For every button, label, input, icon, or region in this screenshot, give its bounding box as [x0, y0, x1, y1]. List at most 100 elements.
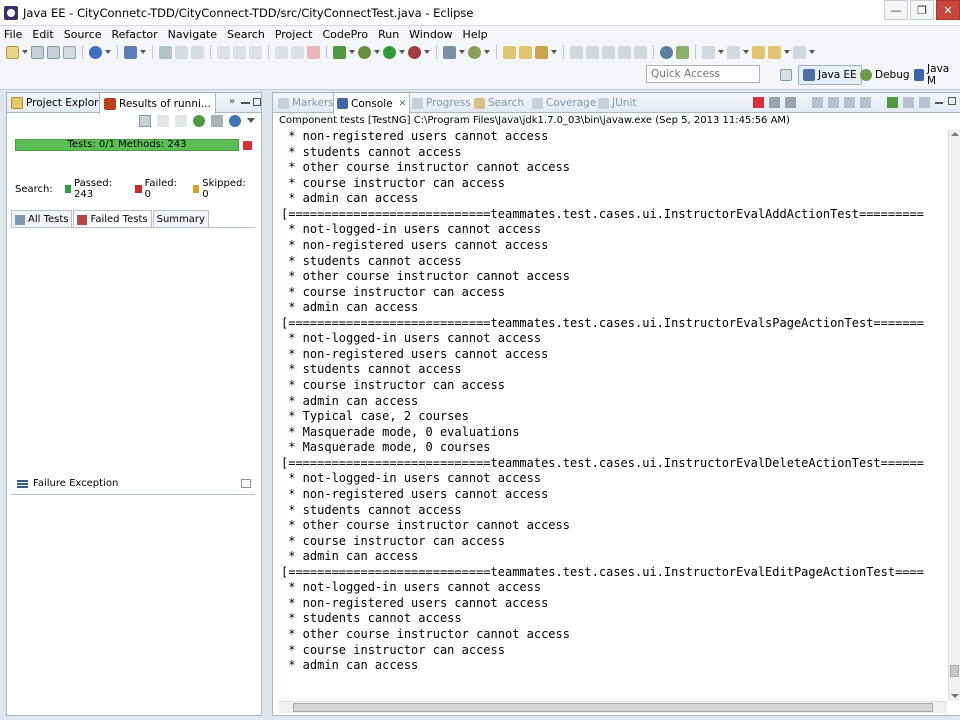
terminate-icon[interactable] — [307, 45, 320, 59]
pin-console-icon[interactable] — [887, 97, 898, 108]
perspective-java[interactable]: Java M — [910, 63, 960, 87]
vertical-scrollbar[interactable] — [948, 129, 960, 701]
chevron-down-icon[interactable] — [424, 50, 430, 54]
menu-refactor[interactable]: Refactor — [112, 28, 158, 41]
scroll-up-icon[interactable] — [951, 132, 959, 136]
tab-progress[interactable]: Progress — [409, 93, 474, 113]
terminate-icon[interactable] — [753, 97, 764, 108]
menu-source[interactable]: Source — [64, 28, 102, 41]
scroll-down-icon[interactable] — [951, 694, 959, 698]
save-icon[interactable] — [31, 45, 44, 59]
close-button[interactable]: ✕ — [936, 0, 960, 20]
rerun-tests-icon[interactable] — [193, 115, 205, 127]
chevron-down-icon[interactable] — [551, 50, 557, 54]
minimize-button[interactable]: — — [884, 0, 908, 20]
show-whitespace-icon[interactable] — [602, 45, 615, 59]
scroll-thumb[interactable] — [293, 703, 933, 712]
minimize-view-icon[interactable] — [241, 102, 250, 104]
next-annotation-icon[interactable] — [175, 45, 188, 59]
word-wrap-icon[interactable] — [844, 97, 855, 108]
chevron-down-icon[interactable] — [743, 50, 749, 54]
perspective-java-ee[interactable]: Java EE — [798, 65, 862, 85]
back-arrow-icon[interactable] — [752, 45, 765, 59]
format-icon[interactable] — [634, 45, 647, 59]
remove-all-icon[interactable] — [785, 97, 796, 108]
chevron-down-icon[interactable] — [349, 50, 355, 54]
chevron-down-icon[interactable] — [718, 50, 724, 54]
debug-icon[interactable] — [358, 45, 371, 59]
clear-console-icon[interactable] — [812, 97, 823, 108]
chevron-down-icon[interactable] — [809, 50, 815, 54]
pin-icon[interactable] — [249, 45, 262, 59]
prev-annotation-icon[interactable] — [191, 45, 204, 59]
next-failure-icon[interactable] — [157, 115, 169, 127]
word-wrap-icon[interactable] — [618, 45, 631, 59]
remove-launch-icon[interactable] — [769, 97, 780, 108]
display-console-icon[interactable] — [903, 97, 914, 108]
prev-edit-icon[interactable] — [727, 45, 740, 59]
toggle-icon[interactable] — [159, 45, 172, 59]
new-package-icon[interactable] — [468, 45, 481, 59]
tab-all-tests[interactable]: All Tests — [11, 210, 73, 228]
chevron-down-icon[interactable] — [374, 50, 380, 54]
tab-coverage[interactable]: Coverage — [529, 93, 599, 113]
search-icon[interactable] — [535, 45, 548, 59]
back-icon[interactable] — [217, 45, 230, 59]
print-icon[interactable] — [63, 45, 76, 59]
maximize-view-icon[interactable] — [253, 98, 261, 106]
console-output[interactable]: * non-registered users cannot access * s… — [281, 129, 945, 701]
perspective-debug[interactable]: Debug — [856, 65, 914, 85]
external-tools-icon[interactable] — [408, 45, 421, 59]
view-menu-icon[interactable] — [247, 118, 255, 123]
chevron-down-icon[interactable] — [22, 50, 28, 54]
tab-overflow[interactable]: » — [229, 96, 235, 107]
menu-search[interactable]: Search — [227, 28, 265, 41]
menu-window[interactable]: Window — [409, 28, 452, 41]
run-config-icon[interactable] — [333, 45, 346, 59]
passed-stat[interactable]: Passed: 243 — [64, 178, 121, 200]
menu-navigate[interactable]: Navigate — [168, 28, 217, 41]
scroll-lock-icon[interactable] — [828, 97, 839, 108]
run-icon[interactable] — [383, 45, 396, 59]
step-over-icon[interactable] — [291, 45, 304, 59]
menu-run[interactable]: Run — [378, 28, 399, 41]
tab-failed-tests[interactable]: Failed Tests — [73, 210, 152, 228]
quick-access-input[interactable] — [646, 65, 760, 83]
open-console-icon[interactable] — [919, 97, 930, 108]
server-icon[interactable] — [124, 45, 137, 59]
show-on-output-icon[interactable] — [860, 97, 871, 108]
rerun-failed-icon[interactable] — [211, 115, 223, 127]
tab-project-explorer[interactable]: Project Explorer — [7, 93, 113, 113]
open-type-icon[interactable] — [503, 45, 516, 59]
chevron-down-icon[interactable] — [140, 50, 146, 54]
open-perspective-button[interactable] — [776, 65, 799, 85]
chevron-down-icon[interactable] — [784, 50, 790, 54]
save-all-icon[interactable] — [47, 45, 60, 59]
menu-project[interactable]: Project — [275, 28, 313, 41]
menu-codepro[interactable]: CodePro — [322, 28, 368, 41]
refresh-icon[interactable] — [676, 45, 689, 59]
compare-icon[interactable] — [241, 479, 251, 488]
tab-junit[interactable]: JUnit — [595, 93, 639, 113]
step-into-icon[interactable] — [275, 45, 288, 59]
horizontal-scrollbar[interactable] — [279, 701, 947, 713]
block-selection-icon[interactable] — [586, 45, 599, 59]
history-icon[interactable] — [229, 115, 241, 127]
tab-testng-results[interactable]: Results of runni... — [99, 93, 216, 114]
maximize-view-icon[interactable] — [948, 97, 956, 105]
prev-failure-icon[interactable] — [175, 115, 187, 127]
forward-arrow-icon[interactable] — [768, 45, 781, 59]
chevron-down-icon[interactable] — [459, 50, 465, 54]
menu-help[interactable]: Help — [463, 28, 488, 41]
open-task-icon[interactable] — [519, 45, 532, 59]
scroll-thumb[interactable] — [950, 665, 959, 677]
mark-occurrences-icon[interactable] — [570, 45, 583, 59]
rerun-icon[interactable] — [139, 115, 151, 127]
new-java-project-icon[interactable] — [443, 45, 456, 59]
tab-search[interactable]: Search — [471, 93, 527, 113]
restore-button[interactable]: ❐ — [910, 0, 934, 20]
coverage-icon[interactable] — [89, 45, 102, 59]
minimize-view-icon[interactable] — [935, 102, 943, 104]
tab-console[interactable]: Console ✕ — [333, 93, 411, 114]
menu-edit[interactable]: Edit — [32, 28, 53, 41]
